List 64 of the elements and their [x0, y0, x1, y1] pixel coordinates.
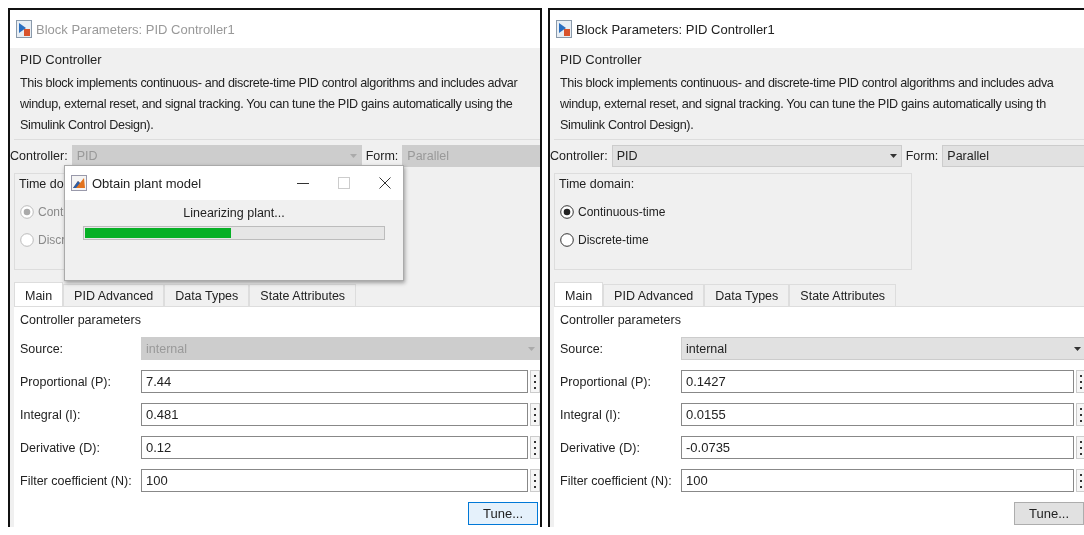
- description-text: Simulink Control Design).: [20, 117, 155, 134]
- field-label: Derivative (D):: [20, 440, 101, 455]
- tab[interactable]: Main: [554, 282, 604, 306]
- section-heading: Controller parameters: [560, 313, 682, 327]
- description-text: Simulink Control Design).: [560, 117, 695, 134]
- tune-button[interactable]: Tune...: [1014, 502, 1084, 525]
- input-field[interactable]: 0.1427: [681, 370, 1074, 393]
- caret-icon: [349, 154, 357, 158]
- field-label: Proportional (P):: [20, 374, 112, 389]
- more-options-button[interactable]: [1076, 403, 1084, 426]
- section-heading: PID Controller: [20, 52, 103, 67]
- window-title: Block Parameters: PID Controller1: [36, 21, 235, 37]
- more-options-button[interactable]: [530, 370, 540, 393]
- field-label: Form:: [365, 149, 399, 163]
- block-icon: [556, 20, 572, 38]
- tab[interactable]: PID Advanced: [603, 284, 705, 306]
- source-dropdown[interactable]: internal: [681, 337, 1084, 360]
- field-label: Filter coefficient (N):: [20, 473, 133, 488]
- description-text: This block implements continuous- and discrete-time PID control algorithms and includes advar: [20, 75, 519, 92]
- caret-icon: [889, 154, 897, 158]
- field-label: Form:: [905, 149, 939, 163]
- radio-button[interactable]: [560, 205, 574, 219]
- more-options-button[interactable]: [1076, 469, 1084, 492]
- more-options-button[interactable]: [1076, 436, 1084, 459]
- field-label: Integral (I):: [20, 407, 82, 422]
- tab[interactable]: Data Types: [704, 284, 790, 306]
- field-label: Source:: [560, 341, 605, 356]
- field-label: Proportional (P):: [560, 374, 652, 389]
- field-label: Controller:: [10, 149, 68, 163]
- field-label: Integral (I):: [560, 407, 622, 422]
- block-icon: [16, 20, 32, 38]
- input-field[interactable]: 0.0155: [681, 403, 1074, 426]
- window-title: Block Parameters: PID Controller1: [576, 21, 775, 37]
- radio-button[interactable]: [560, 233, 574, 247]
- controller-dropdown[interactable]: PID: [611, 145, 902, 167]
- input-field[interactable]: 100: [681, 469, 1074, 492]
- radio-label: Cont: [38, 205, 64, 219]
- window-title: Obtain plant model: [92, 175, 203, 191]
- description-text: windup, external reset, and signal tracking. You can tune the PID gains automatically using th: [560, 96, 1047, 113]
- caret-icon: [1074, 346, 1081, 351]
- radio-label: Discr: [38, 233, 66, 247]
- caret-icon: [528, 346, 535, 351]
- close-icon[interactable]: [379, 177, 391, 189]
- radio-label: Continuous-time: [578, 205, 666, 219]
- field-label: Controller:: [550, 149, 608, 163]
- status-message: Linearizing plant...: [183, 206, 285, 220]
- section-heading: Controller parameters: [20, 313, 142, 327]
- radio-label: Discrete-time: [578, 233, 649, 247]
- field-label: Filter coefficient (N):: [560, 473, 673, 488]
- group-label: Time do: [19, 177, 64, 191]
- group-label: Time domain:: [559, 177, 635, 191]
- tab[interactable]: State Attributes: [789, 284, 897, 306]
- field-label: Derivative (D):: [560, 440, 641, 455]
- more-options-button[interactable]: [530, 469, 540, 492]
- more-options-button[interactable]: [530, 403, 540, 426]
- more-options-button[interactable]: [1076, 370, 1084, 393]
- more-options-button[interactable]: [530, 436, 540, 459]
- section-heading: PID Controller: [560, 52, 643, 67]
- input-field[interactable]: -0.0735: [681, 436, 1074, 459]
- description-text: windup, external reset, and signal tracking. You can tune the PID gains automatically using the: [20, 96, 514, 113]
- description-text: This block implements continuous- and discrete-time PID control algorithms and includes adva: [560, 75, 1055, 92]
- app-icon: [71, 175, 87, 191]
- form-dropdown[interactable]: Parallel: [942, 145, 1084, 167]
- field-label: Source:: [20, 341, 65, 356]
